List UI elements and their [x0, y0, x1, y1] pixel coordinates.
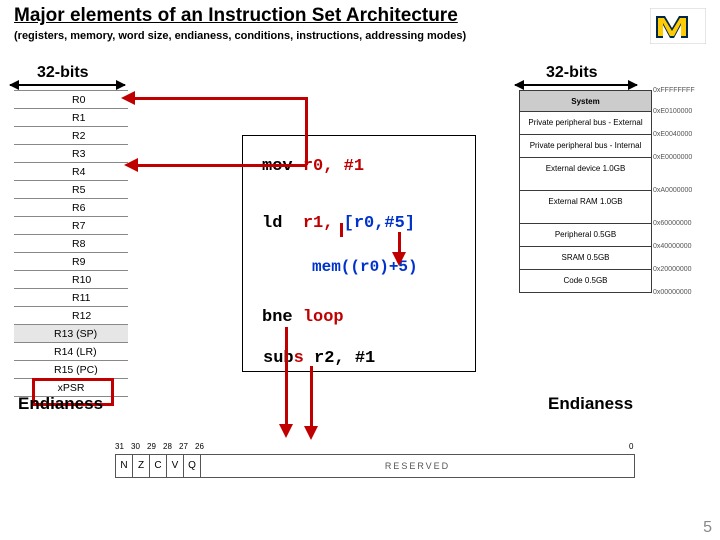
memregion: Peripheral 0.5GB [520, 224, 651, 247]
register-R9: R9 [14, 253, 128, 271]
mem-addr: 0x00000000 [653, 289, 692, 296]
code-line-ld: ld r1, [r0,#5] [262, 214, 415, 233]
psr-bit: 29 [147, 442, 156, 451]
register-file: R0R1R2R3R4R5R6R7R8R9R10R11R12R13 (SP)R14… [14, 90, 128, 397]
mem-addr: 0xA0000000 [653, 187, 692, 194]
mem-addr: 0xE0040000 [653, 131, 692, 138]
psr-bit: 26 [195, 442, 204, 451]
memregion: Code 0.5GB [520, 270, 651, 292]
memregion: External device 1.0GB [520, 158, 651, 191]
psr-bar: 31 30 29 28 27 26 0 NZCVQRESERVED [115, 442, 635, 478]
memregion: SRAM 0.5GB [520, 247, 651, 270]
endianess-label-right: Endianess [548, 394, 633, 414]
psr-bit: 28 [163, 442, 172, 451]
psr-bit: 0 [629, 442, 633, 451]
register-R3: R3 [14, 145, 128, 163]
psr-bit: 30 [131, 442, 140, 451]
psr-flag-V: V [167, 455, 184, 477]
psr-reserved: RESERVED [201, 455, 634, 477]
register-R4: R4 [14, 163, 128, 181]
mem-addr: 0x60000000 [653, 220, 692, 227]
psr-flag-Z: Z [133, 455, 150, 477]
memory-map: SystemPrivate peripheral bus - ExternalP… [519, 90, 652, 293]
register-R13SP: R13 (SP) [14, 325, 128, 343]
psr-flag-N: N [116, 455, 133, 477]
register-R7: R7 [14, 217, 128, 235]
memregion: Private peripheral bus - Internal [520, 135, 651, 158]
register-R6: R6 [14, 199, 128, 217]
register-R1: R1 [14, 109, 128, 127]
register-R12: R12 [14, 307, 128, 325]
mem-addr: 0xE0100000 [653, 108, 692, 115]
register-R10: R10 [14, 271, 128, 289]
code-line-bne: bne loop [262, 308, 344, 327]
register-R15PC: R15 (PC) [14, 361, 128, 379]
memregion: External RAM 1.0GB [520, 191, 651, 224]
page-title: Major elements of an Instruction Set Arc… [14, 5, 458, 27]
width-arrow-right [515, 84, 637, 86]
mem-addr: 0x40000000 [653, 243, 692, 250]
psr-bit: 31 [115, 442, 124, 451]
mem-addr: 0xE0000000 [653, 154, 692, 161]
bits-label-right: 32-bits [546, 64, 598, 82]
michigan-logo [650, 8, 706, 44]
register-R11: R11 [14, 289, 128, 307]
psr-bit: 27 [179, 442, 188, 451]
page-subtitle: (registers, memory, word size, endianess… [14, 30, 466, 42]
register-R5: R5 [14, 181, 128, 199]
code-line-subs: subs r2, #1 [263, 349, 375, 368]
mem-addr: 0x20000000 [653, 266, 692, 273]
register-R14LR: R14 (LR) [14, 343, 128, 361]
register-R8: R8 [14, 235, 128, 253]
bits-label-left: 32-bits [37, 64, 89, 82]
endianess-label-left: Endianess [18, 394, 103, 414]
mem-addr: 0xFFFFFFFF [653, 87, 695, 94]
width-arrow-left [10, 84, 125, 86]
page-number: 5 [703, 519, 712, 537]
register-R2: R2 [14, 127, 128, 145]
psr-flag-C: C [150, 455, 167, 477]
memregion: System [520, 91, 651, 112]
register-R0: R0 [14, 91, 128, 109]
psr-flag-Q: Q [184, 455, 201, 477]
memregion: Private peripheral bus - External [520, 112, 651, 135]
